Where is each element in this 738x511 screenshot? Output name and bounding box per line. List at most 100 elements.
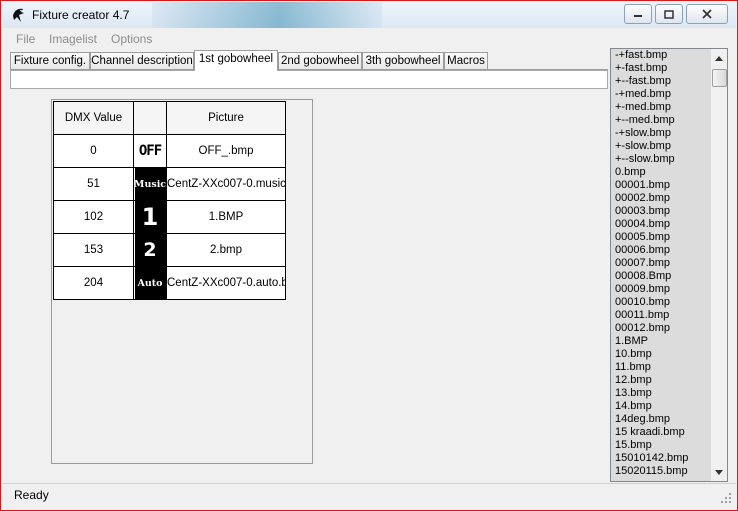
picture-filename: CentZ-XXc007-0.music.bmp [167, 178, 285, 190]
bird-icon [13, 8, 24, 22]
image-listbox[interactable]: -+fast.bmp +-fast.bmp +--fast.bmp -+med.bmp… [610, 48, 728, 482]
list-item[interactable]: 10.bmp [611, 348, 712, 361]
resize-grip-icon[interactable] [720, 492, 732, 504]
list-item[interactable]: 00012.bmp [611, 322, 712, 335]
background-window-ghost [152, 2, 382, 28]
list-item[interactable]: 00010.bmp [611, 296, 712, 309]
header-image[interactable] [133, 101, 167, 135]
gobo-image-cell[interactable]: OFF [133, 134, 167, 168]
list-item[interactable]: +-fast.bmp [611, 62, 712, 75]
maximize-icon [664, 9, 674, 19]
gobo-image-cell[interactable]: 2 [133, 233, 167, 267]
list-item[interactable]: 14deg.bmp [611, 413, 712, 426]
list-item[interactable]: 12.bmp [611, 374, 712, 387]
tab-1st-gobowheel[interactable]: 1st gobowheel [194, 50, 278, 71]
gobowheel-name-field[interactable] [10, 70, 608, 89]
close-button[interactable] [686, 4, 728, 24]
header-dmx-value[interactable]: DMX Value [53, 101, 134, 135]
maximize-button[interactable] [655, 4, 683, 24]
scroll-up-icon [715, 55, 723, 61]
table-row[interactable]: 51 Music CentZ-XXc007-0.music.bmp [53, 167, 286, 201]
menu-bar: File Imagelist Options [2, 29, 736, 48]
list-item[interactable]: +-slow.bmp [611, 140, 712, 153]
gobo-image-cell[interactable]: 1 [133, 200, 167, 234]
title-bar[interactable]: Fixture creator 4.7 [2, 2, 736, 28]
list-item[interactable]: +--slow.bmp [611, 153, 712, 166]
window-title: Fixture creator 4.7 [32, 8, 130, 22]
image-list[interactable]: -+fast.bmp +-fast.bmp +--fast.bmp -+med.bmp… [611, 49, 712, 481]
picture-cell[interactable]: OFF_.bmp [166, 134, 286, 168]
list-item[interactable]: 00003.bmp [611, 205, 712, 218]
header-picture[interactable]: Picture [166, 101, 286, 135]
gobo-image-cell[interactable]: Auto [133, 266, 167, 300]
picture-cell[interactable]: CentZ-XXc007-0.music.bmp [166, 167, 286, 201]
list-item[interactable]: +--med.bmp [611, 114, 712, 127]
list-item[interactable]: 15 kraadi.bmp [611, 426, 712, 439]
scroll-up-button[interactable] [711, 50, 727, 66]
list-item[interactable]: 15.bmp [611, 439, 712, 452]
table-row[interactable]: 0 OFF OFF_.bmp [53, 134, 286, 168]
gobo-thumbnail: 1 [134, 201, 166, 233]
tab-macros[interactable]: Macros [444, 52, 488, 70]
list-item[interactable]: 00001.bmp [611, 179, 712, 192]
list-item[interactable]: 1.BMP [611, 335, 712, 348]
picture-filename: OFF_.bmp [198, 145, 254, 157]
list-item[interactable]: 14.bmp [611, 400, 712, 413]
gobo-thumbnail: Music [134, 168, 166, 200]
dmx-value-cell[interactable]: 51 [53, 167, 134, 201]
table-row[interactable]: 204 Auto CentZ-XXc007-0.auto.bmp [53, 266, 286, 300]
gobo-image-cell[interactable]: Music [133, 167, 167, 201]
list-item[interactable]: +-med.bmp [611, 101, 712, 114]
list-item[interactable]: 00009.bmp [611, 283, 712, 296]
gobo-thumbnail: OFF [134, 135, 166, 167]
picture-cell[interactable]: 2.bmp [166, 233, 286, 267]
scroll-down-icon [715, 469, 723, 475]
list-item[interactable]: 15010142.bmp [611, 452, 712, 465]
dmx-value-cell[interactable]: 204 [53, 266, 134, 300]
gobo-thumbnail: Auto [134, 267, 166, 299]
list-item[interactable]: -+fast.bmp [611, 49, 712, 62]
table-row[interactable]: 102 1 1.BMP [53, 200, 286, 234]
scroll-thumb[interactable] [712, 69, 727, 87]
menu-imagelist[interactable]: Imagelist [49, 32, 97, 46]
list-item[interactable]: 00008.Bmp [611, 270, 712, 283]
grid-header-row: DMX Value Picture [53, 101, 286, 135]
menu-file[interactable]: File [16, 32, 35, 46]
tab-2nd-gobowheel[interactable]: 2nd gobowheel [278, 52, 362, 70]
app-window: Fixture creator 4.7 File Imagelist Optio… [0, 0, 738, 511]
tab-3th-gobowheel[interactable]: 3th gobowheel [362, 52, 444, 70]
minimize-icon [634, 15, 642, 17]
list-item[interactable]: 11.bmp [611, 361, 712, 374]
dmx-value-cell[interactable]: 153 [53, 233, 134, 267]
list-item[interactable]: 00007.bmp [611, 257, 712, 270]
scroll-down-button[interactable] [711, 464, 727, 480]
vertical-scrollbar[interactable] [711, 49, 727, 481]
status-bar: Ready [2, 483, 736, 506]
tab-fixture-config[interactable]: Fixture config. [10, 52, 90, 70]
picture-filename: 2.bmp [210, 244, 242, 256]
table-row[interactable]: 153 2 2.bmp [53, 233, 286, 267]
tab-channel-description[interactable]: Channel description [90, 52, 194, 70]
gobo-grid-panel: DMX Value Picture 0 OFF OFF_.bmp 51 Musi… [51, 99, 313, 464]
picture-cell[interactable]: 1.BMP [166, 200, 286, 234]
status-text: Ready [14, 488, 49, 502]
list-item[interactable]: -+med.bmp [611, 88, 712, 101]
list-item[interactable]: 00005.bmp [611, 231, 712, 244]
dmx-value-cell[interactable]: 0 [53, 134, 134, 168]
list-item[interactable]: 13.bmp [611, 387, 712, 400]
dmx-value-cell[interactable]: 102 [53, 200, 134, 234]
list-item[interactable]: 15020115.bmp [611, 465, 712, 478]
gobowheel-tab-page: DMX Value Picture 0 OFF OFF_.bmp 51 Musi… [10, 69, 608, 480]
list-item[interactable]: -+slow.bmp [611, 127, 712, 140]
list-item[interactable]: 0.bmp [611, 166, 712, 179]
list-item[interactable]: +--fast.bmp [611, 75, 712, 88]
list-item[interactable]: 00004.bmp [611, 218, 712, 231]
gobo-thumbnail: 2 [134, 234, 166, 266]
minimize-button[interactable] [624, 4, 652, 24]
list-item[interactable]: 00011.bmp [611, 309, 712, 322]
menu-options[interactable]: Options [111, 32, 152, 46]
picture-cell[interactable]: CentZ-XXc007-0.auto.bmp [166, 266, 286, 300]
gobo-grid: DMX Value Picture 0 OFF OFF_.bmp 51 Musi… [53, 101, 286, 300]
list-item[interactable]: 00006.bmp [611, 244, 712, 257]
list-item[interactable]: 00002.bmp [611, 192, 712, 205]
